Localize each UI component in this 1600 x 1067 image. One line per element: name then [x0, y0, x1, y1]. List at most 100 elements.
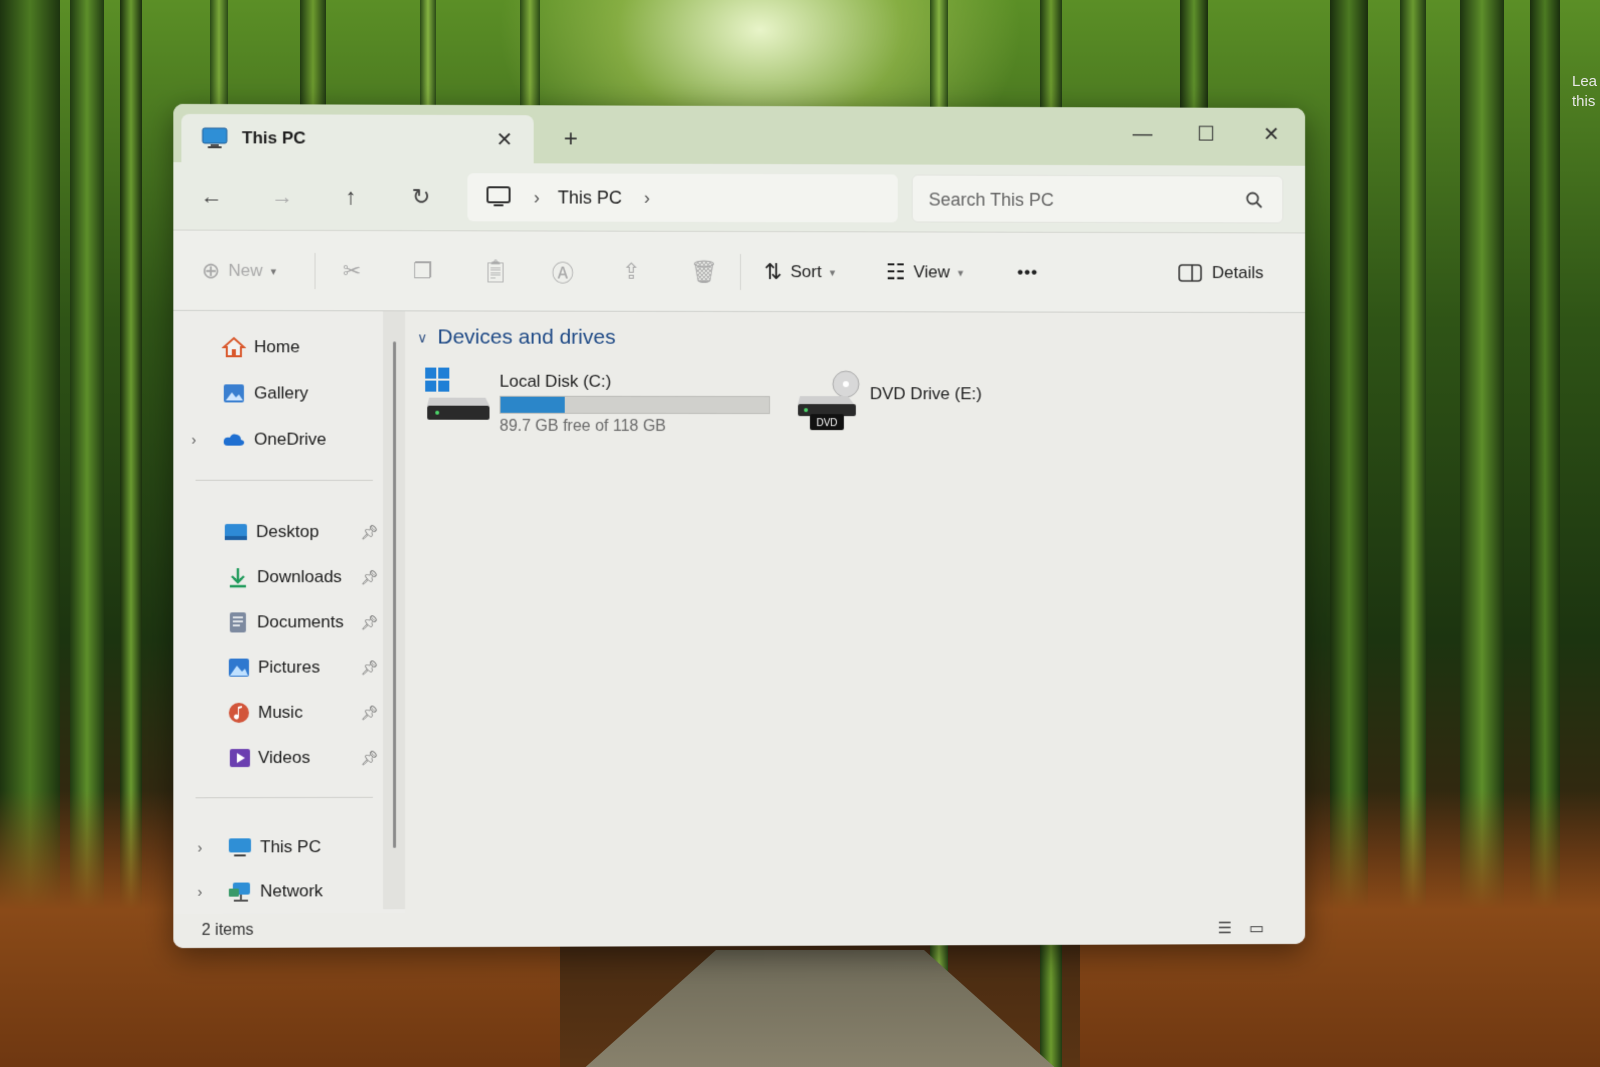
- refresh-button[interactable]: ↻: [403, 179, 439, 215]
- maximize-button[interactable]: ☐: [1184, 118, 1228, 152]
- navigation-bar: ← → ↑ ↻ › This PC ›: [173, 162, 1305, 233]
- copy-icon: ❐: [413, 258, 433, 284]
- cut-button[interactable]: ✂: [343, 255, 370, 287]
- navigation-pane: Home Gallery › OneDrive Desktop 📌︎ Downl…: [173, 311, 405, 914]
- sidebar-item-pictures[interactable]: Pictures 📌︎: [173, 647, 385, 687]
- tab-this-pc[interactable]: This PC ✕: [181, 114, 533, 163]
- group-header-devices[interactable]: ∨ Devices and drives: [417, 325, 615, 349]
- music-icon: [227, 702, 251, 724]
- pin-icon[interactable]: 📌︎: [361, 569, 379, 586]
- details-pane-button[interactable]: Details: [1178, 257, 1263, 289]
- sidebar-item-network[interactable]: › Network: [173, 871, 385, 912]
- more-options-button[interactable]: •••: [1017, 257, 1038, 289]
- sidebar-item-label: Desktop: [256, 522, 319, 542]
- new-label: New: [228, 261, 262, 281]
- chevron-down-icon: ▾: [271, 264, 277, 277]
- minimize-button[interactable]: —: [1121, 117, 1165, 151]
- breadcrumb-chevron-icon[interactable]: ›: [534, 187, 540, 208]
- drive-usage-bar: [500, 396, 770, 414]
- pictures-icon: [227, 657, 251, 679]
- share-icon: ⇪: [622, 259, 640, 285]
- sidebar-item-desktop[interactable]: Desktop 📌︎: [173, 512, 385, 552]
- desktop-notification-text: Lea this: [1572, 72, 1600, 112]
- new-button[interactable]: ⊕ New ▾: [202, 255, 277, 287]
- sidebar-item-home[interactable]: Home: [173, 327, 385, 367]
- chevron-right-icon[interactable]: ›: [198, 884, 203, 900]
- plus-circle-icon: ⊕: [202, 258, 221, 284]
- forward-button[interactable]: →: [264, 179, 300, 215]
- back-button[interactable]: ←: [194, 178, 230, 214]
- sidebar-item-label: Documents: [257, 612, 344, 632]
- scissors-icon: ✂: [343, 258, 362, 284]
- sort-label: Sort: [790, 262, 821, 282]
- large-icons-view-icon[interactable]: ▭: [1246, 918, 1268, 938]
- sidebar-scrollbar[interactable]: [383, 311, 405, 909]
- pin-icon[interactable]: 📌︎: [361, 659, 379, 676]
- sidebar-item-documents[interactable]: Documents 📌︎: [173, 602, 385, 642]
- drive-item-local-disk[interactable]: Local Disk (C:) 89.7 GB free of 118 GB: [425, 364, 786, 436]
- sidebar-item-videos[interactable]: Videos 📌︎: [173, 738, 385, 779]
- chevron-right-icon[interactable]: ›: [198, 839, 203, 855]
- clipboard-icon: 📋︎: [481, 258, 509, 284]
- drive-free-space: 89.7 GB free of 118 GB: [500, 418, 666, 436]
- address-bar[interactable]: › This PC ›: [467, 173, 897, 222]
- sidebar-item-label: This PC: [260, 837, 321, 857]
- file-explorer-window: This PC ✕ + — ☐ ✕ ← → ↑ ↻ › This PC › Se…: [173, 104, 1305, 948]
- drive-name: DVD Drive (E:): [870, 384, 982, 404]
- chevron-right-icon[interactable]: ›: [191, 432, 196, 448]
- delete-button[interactable]: 🗑︎: [690, 256, 726, 288]
- search-box[interactable]: [912, 175, 1284, 224]
- monitor-outline-icon: [485, 185, 511, 209]
- videos-icon: [228, 747, 252, 769]
- sidebar-item-music[interactable]: Music 📌︎: [173, 693, 385, 734]
- sidebar-item-onedrive[interactable]: › OneDrive: [173, 419, 385, 459]
- sidebar-item-label: Network: [260, 881, 323, 901]
- monitor-icon: [202, 127, 228, 149]
- search-icon[interactable]: [1245, 190, 1265, 210]
- status-bar: 2 items ☰ ▭: [173, 910, 1305, 948]
- scrollbar-thumb[interactable]: [393, 341, 396, 848]
- pin-icon[interactable]: 📌︎: [361, 614, 379, 631]
- home-icon: [222, 336, 246, 358]
- sidebar-divider: [196, 797, 373, 798]
- sort-arrows-icon: ⇅: [764, 259, 782, 285]
- rename-button[interactable]: Ⓐ: [552, 256, 582, 288]
- sidebar-item-downloads[interactable]: Downloads 📌︎: [173, 557, 385, 597]
- cloud-icon: [222, 429, 246, 451]
- view-button[interactable]: ☷ View ▾: [886, 256, 964, 288]
- gallery-icon: [222, 382, 246, 404]
- content-area: ∨ Devices and drives Local Disk (C:) 89.…: [405, 311, 1305, 913]
- new-tab-button[interactable]: +: [556, 125, 586, 153]
- tab-title: This PC: [242, 128, 490, 149]
- close-window-button[interactable]: ✕: [1250, 118, 1294, 152]
- details-pane-icon: [1178, 263, 1202, 283]
- documents-icon: [226, 611, 250, 633]
- rename-icon: Ⓐ: [552, 256, 574, 288]
- pin-icon[interactable]: 📌︎: [361, 704, 379, 721]
- group-title: Devices and drives: [438, 325, 616, 349]
- sidebar-item-label: Downloads: [257, 567, 342, 587]
- details-view-icon[interactable]: ☰: [1214, 918, 1236, 938]
- paste-button[interactable]: 📋︎: [481, 255, 517, 287]
- search-input[interactable]: [929, 186, 1227, 215]
- sidebar-item-this-pc[interactable]: › This PC: [173, 827, 385, 868]
- share-button[interactable]: ⇪: [622, 256, 648, 288]
- breadcrumb-chevron-icon[interactable]: ›: [644, 187, 650, 208]
- breadcrumb-this-pc[interactable]: This PC: [558, 187, 622, 208]
- pin-icon[interactable]: 📌︎: [361, 749, 379, 766]
- tab-close-button[interactable]: ✕: [490, 127, 520, 152]
- windows-drive-icon: [425, 368, 491, 424]
- copy-button[interactable]: ❐: [413, 255, 441, 287]
- up-button[interactable]: ↑: [333, 179, 369, 215]
- sidebar-item-gallery[interactable]: Gallery: [173, 373, 385, 413]
- network-icon: [228, 881, 252, 903]
- sidebar-divider: [196, 480, 373, 481]
- chevron-down-icon[interactable]: ∨: [417, 329, 427, 346]
- sort-button[interactable]: ⇅ Sort ▾: [764, 256, 835, 288]
- download-icon: [226, 566, 250, 588]
- drive-name: Local Disk (C:): [500, 372, 612, 392]
- dvd-badge-text: DVD: [816, 418, 837, 429]
- drive-item-dvd[interactable]: DVD DVD Drive (E:): [796, 364, 1055, 436]
- pin-icon[interactable]: 📌︎: [361, 523, 379, 540]
- chevron-down-icon: ▾: [958, 266, 964, 279]
